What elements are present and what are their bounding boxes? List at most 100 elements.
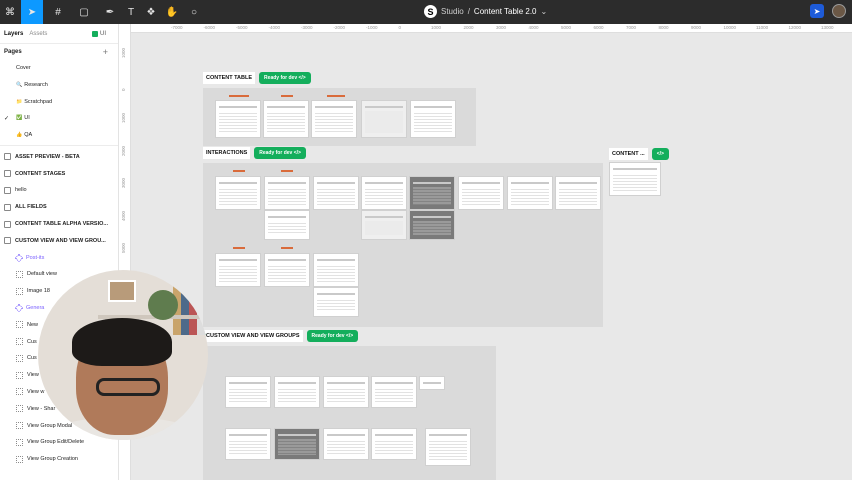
layer-label: CONTENT STAGES — [15, 170, 66, 177]
status-badge[interactable]: Ready for dev </> — [259, 72, 311, 84]
layer-item[interactable]: CONTENT TABLE ALPHA VERSIO... — [0, 216, 118, 233]
frame-thumbnail[interactable] — [313, 253, 359, 287]
layer-label: Genera — [26, 305, 45, 311]
layer-item[interactable]: CUSTOM VIEW AND VIEW GROU... — [0, 232, 118, 249]
frame-thumbnail[interactable] — [507, 176, 553, 210]
chevron-down-icon[interactable]: ⌄ — [541, 7, 548, 16]
page-label: UI — [24, 115, 30, 122]
page-item[interactable]: 📁 Scratchpad — [0, 93, 118, 110]
frame-thumbnail[interactable] — [361, 210, 407, 240]
pen-tool-icon[interactable]: ✒ — [98, 0, 122, 24]
current-page-indicator[interactable]: UI — [92, 30, 106, 37]
layer-item[interactable]: ASSET PREVIEW - BETA — [0, 148, 118, 165]
layer-item[interactable]: hello — [0, 182, 118, 199]
frame-thumbnail[interactable] — [555, 176, 601, 210]
section-label-interactions[interactable]: INTERACTIONS Ready for dev </> — [203, 147, 306, 159]
text-tool-icon[interactable]: T — [124, 0, 138, 24]
tab-assets[interactable]: Assets — [29, 31, 47, 37]
section-label-custom-view[interactable]: CUSTOM VIEW AND VIEW GROUPS Ready for de… — [203, 330, 359, 342]
frame-thumbnail[interactable] — [215, 100, 261, 138]
ruler-tick-label: 3000 — [496, 25, 507, 30]
frame-icon — [16, 422, 23, 430]
component-tool-icon[interactable]: ❖ — [144, 0, 158, 24]
frame-icon — [16, 338, 23, 346]
tab-layers[interactable]: Layers — [4, 31, 23, 37]
frame-thumbnail[interactable] — [410, 100, 456, 138]
section-title: CUSTOM VIEW AND VIEW GROUPS — [203, 330, 303, 342]
page-item[interactable]: Cover — [0, 60, 118, 77]
frame-tool-icon[interactable]: # — [46, 0, 70, 24]
layer-label: View — [27, 372, 39, 379]
frame-thumbnail[interactable] — [264, 253, 310, 287]
frame-thumbnail[interactable] — [609, 162, 661, 196]
hand-tool-icon[interactable]: ✋ — [165, 0, 179, 24]
layer-item[interactable]: Post-its — [0, 249, 118, 266]
annotation-tag — [233, 170, 245, 172]
check-icon — [92, 30, 98, 37]
layer-label: View w — [27, 388, 45, 395]
frame-icon — [4, 153, 11, 161]
frame-thumbnail[interactable] — [225, 428, 271, 460]
frame-thumbnail[interactable] — [215, 253, 261, 287]
add-page-icon[interactable]: + — [103, 47, 114, 57]
layer-label: View - Shar — [27, 405, 56, 412]
file-breadcrumb[interactable]: S Studio / Content Table 2.0 ⌄ — [424, 5, 547, 18]
frame-thumbnail[interactable] — [361, 176, 407, 210]
frame-thumbnail[interactable] — [458, 176, 504, 210]
frame-icon — [16, 354, 23, 362]
frame-thumbnail[interactable] — [323, 376, 369, 408]
frame-thumbnail[interactable] — [311, 100, 357, 138]
frame-thumbnail[interactable] — [274, 428, 320, 460]
comment-tool-icon[interactable]: ○ — [186, 0, 202, 24]
frame-icon — [16, 388, 23, 396]
design-canvas[interactable]: -7000 -6000 -5000 -4000 -3000 -2000 -1000 0 1000… — [119, 24, 852, 480]
frame-thumbnail[interactable] — [425, 428, 471, 466]
annotation-tag — [233, 247, 245, 249]
plugin-icon[interactable]: ➤ — [810, 4, 824, 18]
status-badge[interactable]: Ready for dev </> — [306, 330, 359, 342]
frame-thumbnail[interactable] — [215, 176, 261, 210]
section-title: CONTENT TABLE — [203, 72, 256, 84]
frame-thumbnail[interactable] — [264, 176, 310, 210]
frame-icon — [4, 170, 11, 178]
shape-tool-icon[interactable]: ▢ — [72, 0, 96, 24]
section-label-content-table[interactable]: CONTENT TABLE Ready for dev </> — [203, 72, 311, 84]
move-tool-icon[interactable]: ➤ — [21, 0, 43, 24]
webcam-hair — [72, 318, 172, 366]
frame-thumbnail[interactable] — [371, 376, 417, 408]
ruler-tick-label: -2000 — [333, 25, 346, 30]
frame-thumbnail[interactable] — [225, 376, 271, 408]
frame-thumbnail[interactable] — [313, 176, 359, 210]
status-badge[interactable]: Ready for dev </> — [254, 147, 306, 159]
layer-label: hello — [15, 187, 27, 194]
ruler-tick-label: 9000 — [691, 25, 702, 30]
layer-item[interactable]: ALL FIELDS — [0, 199, 118, 216]
frame-thumbnail[interactable] — [264, 210, 310, 240]
page-item[interactable]: ✓ ✅ UI — [0, 110, 118, 127]
project-name[interactable]: Studio — [441, 7, 464, 16]
component-icon — [14, 303, 24, 313]
user-avatar[interactable] — [832, 4, 846, 18]
layer-item[interactable]: CONTENT STAGES — [0, 165, 118, 182]
frame-thumbnail[interactable] — [371, 428, 417, 460]
frame-thumbnail[interactable] — [274, 376, 320, 408]
frame-thumbnail[interactable] — [409, 210, 455, 240]
page-label: Cover — [16, 65, 31, 72]
main-menu-icon[interactable]: ⌘ — [0, 0, 20, 24]
page-item[interactable]: 🔍 Research — [0, 77, 118, 94]
frame-thumbnail[interactable] — [313, 287, 359, 317]
status-badge[interactable]: </> — [651, 148, 669, 160]
section-label-content-stages[interactable]: CONTENT ... </> — [609, 148, 669, 160]
frame-thumbnail[interactable] — [361, 100, 407, 138]
section-title: INTERACTIONS — [203, 147, 251, 159]
layer-label: CONTENT TABLE ALPHA VERSIO... — [15, 221, 108, 228]
file-name[interactable]: Content Table 2.0 — [474, 7, 537, 16]
frame-thumbnail[interactable] — [419, 376, 445, 390]
ruler-tick-label: 1000 — [431, 25, 442, 30]
layer-item[interactable]: View Group Creation — [0, 451, 118, 468]
frame-thumbnail[interactable] — [323, 428, 369, 460]
frame-thumbnail[interactable] — [263, 100, 309, 138]
frame-thumbnail[interactable] — [409, 176, 455, 210]
webcam-bookshelf — [173, 285, 208, 335]
page-item[interactable]: 👍 QA — [0, 127, 118, 144]
